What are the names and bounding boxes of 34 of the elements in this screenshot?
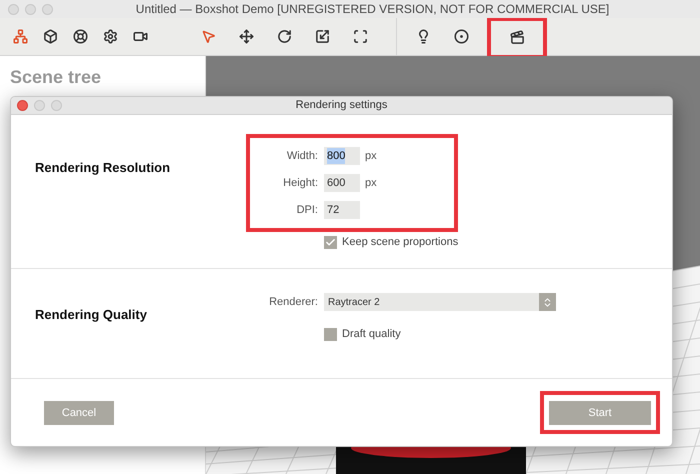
number-field[interactable]: 800 <box>324 147 360 165</box>
close-window-button[interactable] <box>17 100 28 111</box>
unit-label: px <box>365 148 377 164</box>
number-field[interactable]: 72 <box>324 201 360 219</box>
field-label: Width: <box>286 148 318 164</box>
camera-icon <box>132 29 148 44</box>
checkbox[interactable] <box>324 328 337 341</box>
section-heading: Rendering Resolution <box>35 160 170 175</box>
field-label: DPI: <box>296 202 318 218</box>
field-label: Height: <box>282 176 318 191</box>
checkbox-label: Draft quality <box>342 327 401 342</box>
unit-label: px <box>365 176 377 191</box>
sidebar-title: Scene tree <box>10 67 102 87</box>
dialog-title: Rendering settings <box>296 98 388 114</box>
window-title: Untitled — Boxshot Demo [UNREGISTERED VERSION, NOT FOR COMMERCIAL USE] <box>134 1 610 18</box>
cube-icon <box>42 29 58 44</box>
pointer-icon <box>200 29 216 44</box>
checkbox[interactable] <box>324 236 337 249</box>
field-label: Renderer: <box>268 294 318 310</box>
check-icon <box>325 236 336 248</box>
focus-icon <box>352 29 368 44</box>
scale-icon <box>314 29 330 44</box>
disc-icon <box>454 29 468 44</box>
section-heading: Rendering Quality <box>35 307 147 322</box>
hierarchy-icon <box>12 29 28 44</box>
rotate-icon <box>276 29 292 44</box>
ring-icon <box>72 29 88 44</box>
number-field[interactable]: 600 <box>324 174 360 192</box>
clapperboard-icon <box>510 30 524 45</box>
checkbox-label: Keep scene proportions <box>342 235 458 250</box>
renderer-select[interactable]: Raytracer 2 <box>324 293 556 311</box>
settings-icon <box>102 29 118 44</box>
stepper-icon <box>542 296 553 308</box>
move-icon <box>238 29 254 44</box>
